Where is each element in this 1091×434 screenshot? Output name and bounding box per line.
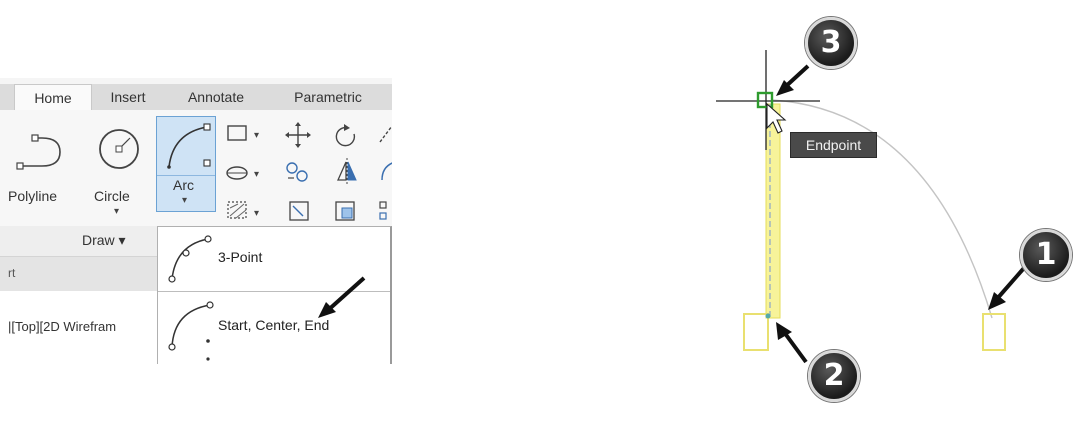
callout-badge-3: 3 (805, 17, 857, 69)
endpoint-tooltip: Endpoint (790, 132, 877, 158)
arc-caret-icon: ▾ (182, 195, 188, 206)
tab-insert[interactable]: Insert (98, 84, 158, 110)
circle-label: Circle (94, 188, 130, 204)
circle-icon (99, 129, 139, 169)
tab-parametric[interactable]: Parametric (276, 84, 380, 110)
svg-text:▾: ▾ (254, 130, 259, 141)
ellipse-icon[interactable]: ▾ (226, 166, 259, 180)
arc-option-label: Start, Center, End (218, 317, 330, 333)
selected-line-highlight (765, 103, 781, 319)
ribbon-tab-strip: Home Insert Annotate Parametric (0, 84, 392, 111)
grip-end[interactable] (982, 313, 1006, 351)
mirror-icon[interactable] (336, 158, 357, 184)
rectangle-icon[interactable]: ▾ (227, 125, 259, 141)
scale-icon[interactable] (335, 201, 355, 221)
svg-text:▾: ▾ (254, 208, 259, 219)
callout-badge-2: 2 (808, 350, 860, 402)
small-tools-grid: ▾ ▾ ▾ (226, 122, 392, 221)
copy-icon[interactable] (286, 162, 308, 182)
viewport-controls-label[interactable]: |[Top][2D Wirefram (8, 319, 116, 334)
pointer-arrow-icon (318, 276, 366, 318)
arc-3-point-icon (168, 235, 212, 283)
stretch-icon[interactable] (289, 201, 309, 221)
endpoint-marker (765, 313, 771, 319)
rotate-icon[interactable] (335, 124, 356, 147)
polyline-label: Polyline (8, 188, 58, 204)
polyline-icon (16, 134, 61, 170)
arc-button[interactable]: Arc ▾ (156, 116, 216, 212)
move-icon[interactable] (285, 122, 311, 148)
arc-split-divider (157, 175, 215, 176)
callout-arrow-2 (776, 322, 808, 364)
grip-start[interactable] (743, 313, 769, 351)
callout-arrow-3 (776, 64, 810, 96)
callout-badge-1: 1 (1020, 229, 1072, 281)
arc-start-center-end-icon (168, 301, 214, 361)
polyline-button[interactable]: Polyline (4, 116, 78, 216)
hatch-icon[interactable]: ▾ (227, 201, 259, 219)
arc-icon (167, 123, 211, 169)
trim-icon[interactable] (379, 125, 392, 143)
arc-label: Arc (173, 177, 194, 193)
fillet-icon[interactable] (381, 162, 392, 181)
draw-group-label[interactable]: Draw ▾ (82, 232, 126, 249)
svg-text:▾: ▾ (254, 169, 259, 180)
ribbon-panel: Home Insert Annotate Parametric Polyline… (0, 78, 392, 364)
tab-annotate[interactable]: Annotate (170, 84, 262, 110)
array-icon[interactable] (379, 201, 387, 220)
circle-button[interactable]: Circle ▾ (88, 116, 150, 217)
tab-home[interactable]: Home (14, 84, 92, 111)
file-tab-label[interactable]: rt (8, 266, 15, 280)
arc-option-label: 3-Point (218, 249, 263, 265)
callout-arrow-1 (988, 266, 1026, 310)
circle-caret-icon: ▾ (114, 206, 120, 217)
